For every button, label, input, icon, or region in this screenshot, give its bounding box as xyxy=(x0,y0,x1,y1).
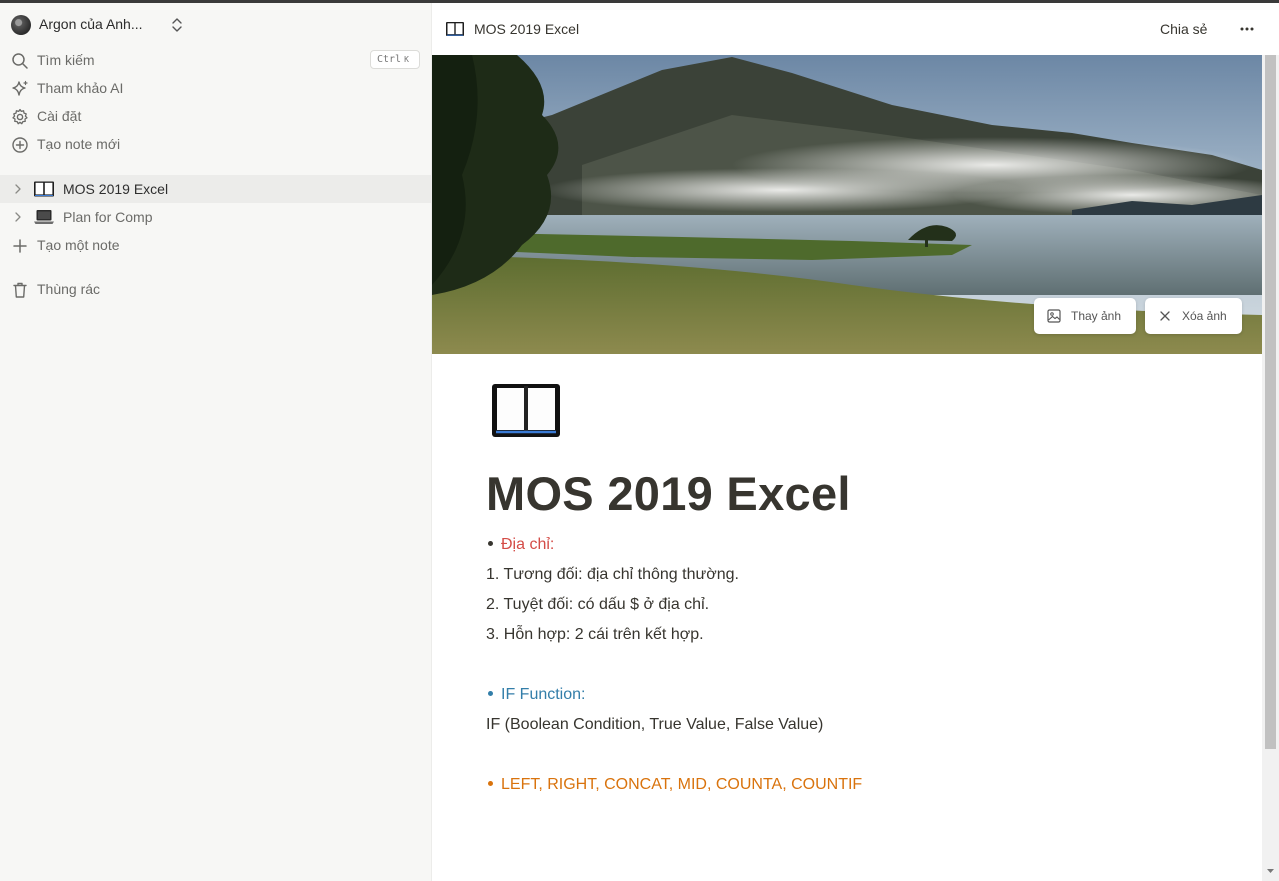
breadcrumb[interactable]: MOS 2019 Excel xyxy=(474,21,579,37)
page-title[interactable]: MOS 2019 Excel xyxy=(486,466,851,521)
main-content: MOS 2019 Excel Chia sẻ Thay ảnh Xóa ảnh … xyxy=(432,3,1279,881)
more-horizontal-icon[interactable] xyxy=(1238,19,1256,37)
bullet-dot xyxy=(488,540,493,546)
sidebar-page-plan-for-comp[interactable]: Plan for Comp xyxy=(0,203,432,231)
sidebar-item-new-note[interactable]: Tạo note mới xyxy=(0,130,432,158)
sidebar-item-label: Tạo một note xyxy=(37,237,120,253)
gear-icon xyxy=(12,108,28,125)
top-bar: MOS 2019 Excel Chia sẻ xyxy=(432,3,1279,55)
list-item[interactable]: 2. Tuyệt đối: có dấu $ ở địa chỉ. xyxy=(486,596,709,614)
sidebar-page-label: MOS 2019 Excel xyxy=(63,181,169,197)
image-icon xyxy=(1047,309,1061,323)
bullet-heading-functions[interactable]: LEFT, RIGHT, CONCAT, MID, COUNTA, COUNTI… xyxy=(486,776,862,794)
open-book-icon[interactable] xyxy=(490,380,562,440)
laptop-icon xyxy=(34,210,54,224)
change-cover-label: Thay ảnh xyxy=(1071,309,1122,323)
close-icon xyxy=(1160,311,1170,321)
remove-cover-label: Xóa ảnh xyxy=(1182,309,1227,323)
sidebar-add-page[interactable]: Tạo một note xyxy=(0,231,432,259)
search-icon xyxy=(12,53,28,69)
sidebar: Argon của Anh... Tìm kiếm Ctrl K Tham khả… xyxy=(0,3,432,881)
sidebar-item-label: Tham khảo AI xyxy=(37,80,124,96)
chevron-right-icon[interactable] xyxy=(12,211,24,223)
plus-icon xyxy=(13,239,27,253)
sidebar-item-trash[interactable]: Thùng rác xyxy=(0,275,432,303)
sidebar-item-label: Tạo note mới xyxy=(37,136,121,152)
bullet-dot xyxy=(488,780,493,786)
sidebar-item-search[interactable]: Tìm kiếm Ctrl K xyxy=(0,46,432,74)
text-block[interactable]: IF (Boolean Condition, True Value, False… xyxy=(486,716,823,734)
shortcut-badge: Ctrl K xyxy=(370,50,420,69)
chevron-up-down-icon xyxy=(172,18,182,32)
sparkle-icon xyxy=(12,80,28,96)
landscape-image xyxy=(432,55,1262,354)
sidebar-item-ai[interactable]: Tham khảo AI xyxy=(0,74,432,102)
sidebar-item-label: Tìm kiếm xyxy=(37,52,95,68)
remove-cover-button[interactable]: Xóa ảnh xyxy=(1145,298,1242,334)
sidebar-page-mos-2019-excel[interactable]: MOS 2019 Excel xyxy=(0,175,432,203)
trash-icon xyxy=(13,282,27,298)
chevron-right-icon[interactable] xyxy=(12,183,24,195)
workspace-name: Argon của Anh... xyxy=(39,16,143,32)
bullet-heading-dia-chi[interactable]: Địa chỉ: xyxy=(486,536,554,554)
sidebar-item-label: Thùng rác xyxy=(37,281,101,297)
change-cover-button[interactable]: Thay ảnh xyxy=(1034,298,1136,334)
plus-circle-icon xyxy=(12,137,28,153)
share-button[interactable]: Chia sẻ xyxy=(1160,21,1207,37)
list-item[interactable]: 1. Tương đối: địa chỉ thông thường. xyxy=(486,566,739,584)
sidebar-page-label: Plan for Comp xyxy=(63,209,153,225)
sidebar-item-settings[interactable]: Cài đặt xyxy=(0,102,432,130)
list-item[interactable]: 3. Hỗn hợp: 2 cái trên kết hợp. xyxy=(486,626,704,644)
cover-image: Thay ảnh Xóa ảnh xyxy=(432,55,1262,354)
workspace-switcher[interactable]: Argon của Anh... xyxy=(0,11,432,39)
bullet-dot xyxy=(488,690,493,696)
open-book-icon xyxy=(34,181,54,197)
scrollbar-thumb[interactable] xyxy=(1265,55,1276,749)
sidebar-item-label: Cài đặt xyxy=(37,108,82,124)
workspace-avatar xyxy=(11,15,31,35)
open-book-icon xyxy=(446,22,464,36)
bullet-heading-if-function[interactable]: IF Function: xyxy=(486,686,585,704)
scroll-down-arrow-icon[interactable] xyxy=(1265,866,1276,876)
